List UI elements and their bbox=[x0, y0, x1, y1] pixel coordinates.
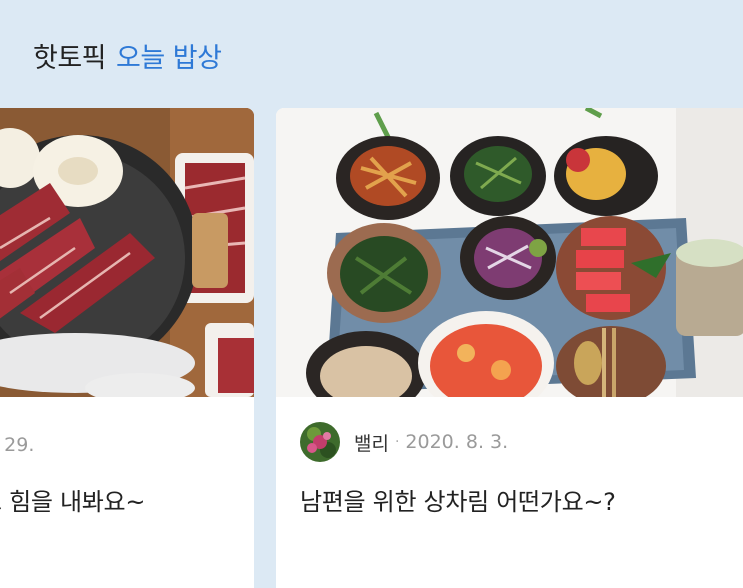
today-meal-tab[interactable]: 오늘 밥상 bbox=[116, 43, 222, 74]
hot-topic-label: 핫토픽 bbox=[33, 43, 107, 74]
author-avatar[interactable] bbox=[300, 422, 340, 462]
post-title[interactable]: 남편을 위한 상차림 어떤가요~? bbox=[300, 482, 616, 517]
author-name[interactable]: 밸리 bbox=[354, 429, 389, 456]
post-date: 2020. 8. 3. bbox=[405, 431, 509, 453]
post-card[interactable]: 7. 29. 고 힘을 내봐요~ bbox=[0, 108, 254, 588]
post-meta: 밸리 · 2020. 8. 3. bbox=[300, 422, 508, 462]
post-photo[interactable] bbox=[0, 108, 254, 397]
post-photo[interactable] bbox=[276, 108, 743, 397]
post-card[interactable]: 밸리 · 2020. 8. 3. 남편을 위한 상차림 어떤가요~? bbox=[276, 108, 743, 588]
post-title[interactable]: 고 힘을 내봐요~ bbox=[0, 482, 145, 517]
post-date: 7. 29. bbox=[0, 434, 35, 456]
meta-separator: · bbox=[394, 434, 400, 450]
section-header: 핫토픽 오늘 밥상 bbox=[33, 36, 222, 75]
post-meta: 7. 29. bbox=[0, 434, 34, 456]
